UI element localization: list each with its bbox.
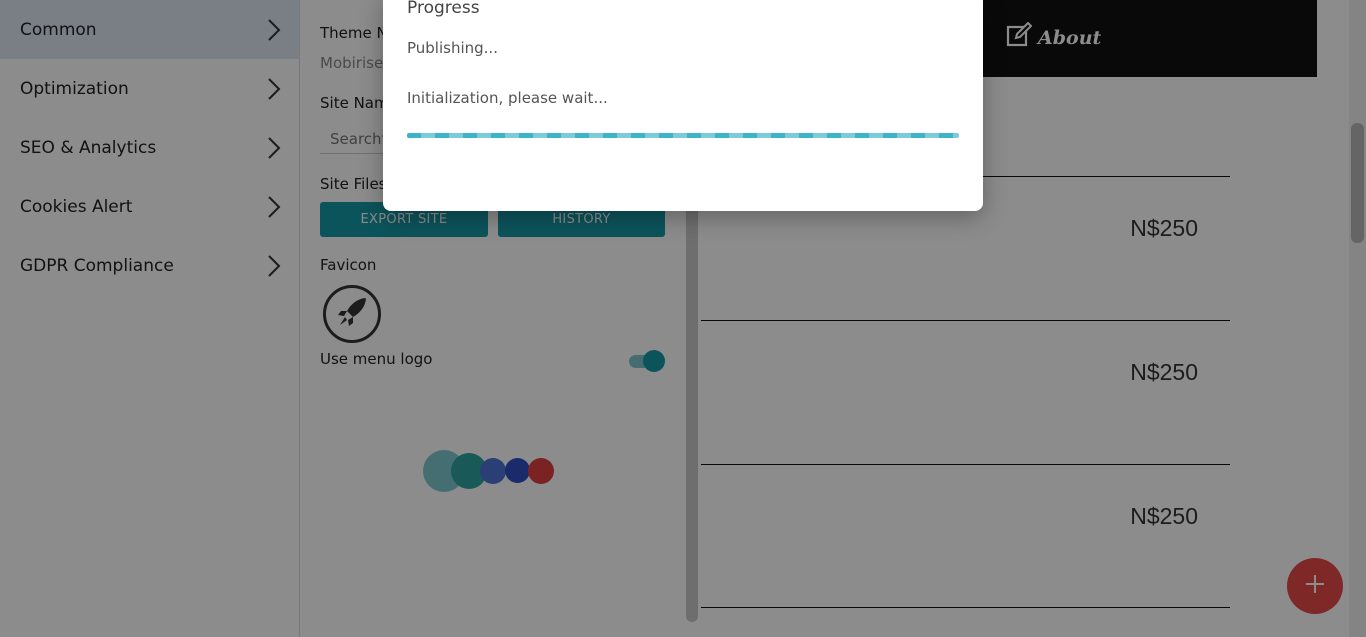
progress-bar xyxy=(407,133,959,138)
dialog-status: Publishing... xyxy=(407,39,498,57)
dialog-message: Initialization, please wait... xyxy=(407,89,608,107)
progress-dialog: Progress Publishing... Initialization, p… xyxy=(383,0,983,211)
dialog-title: Progress xyxy=(407,0,480,18)
